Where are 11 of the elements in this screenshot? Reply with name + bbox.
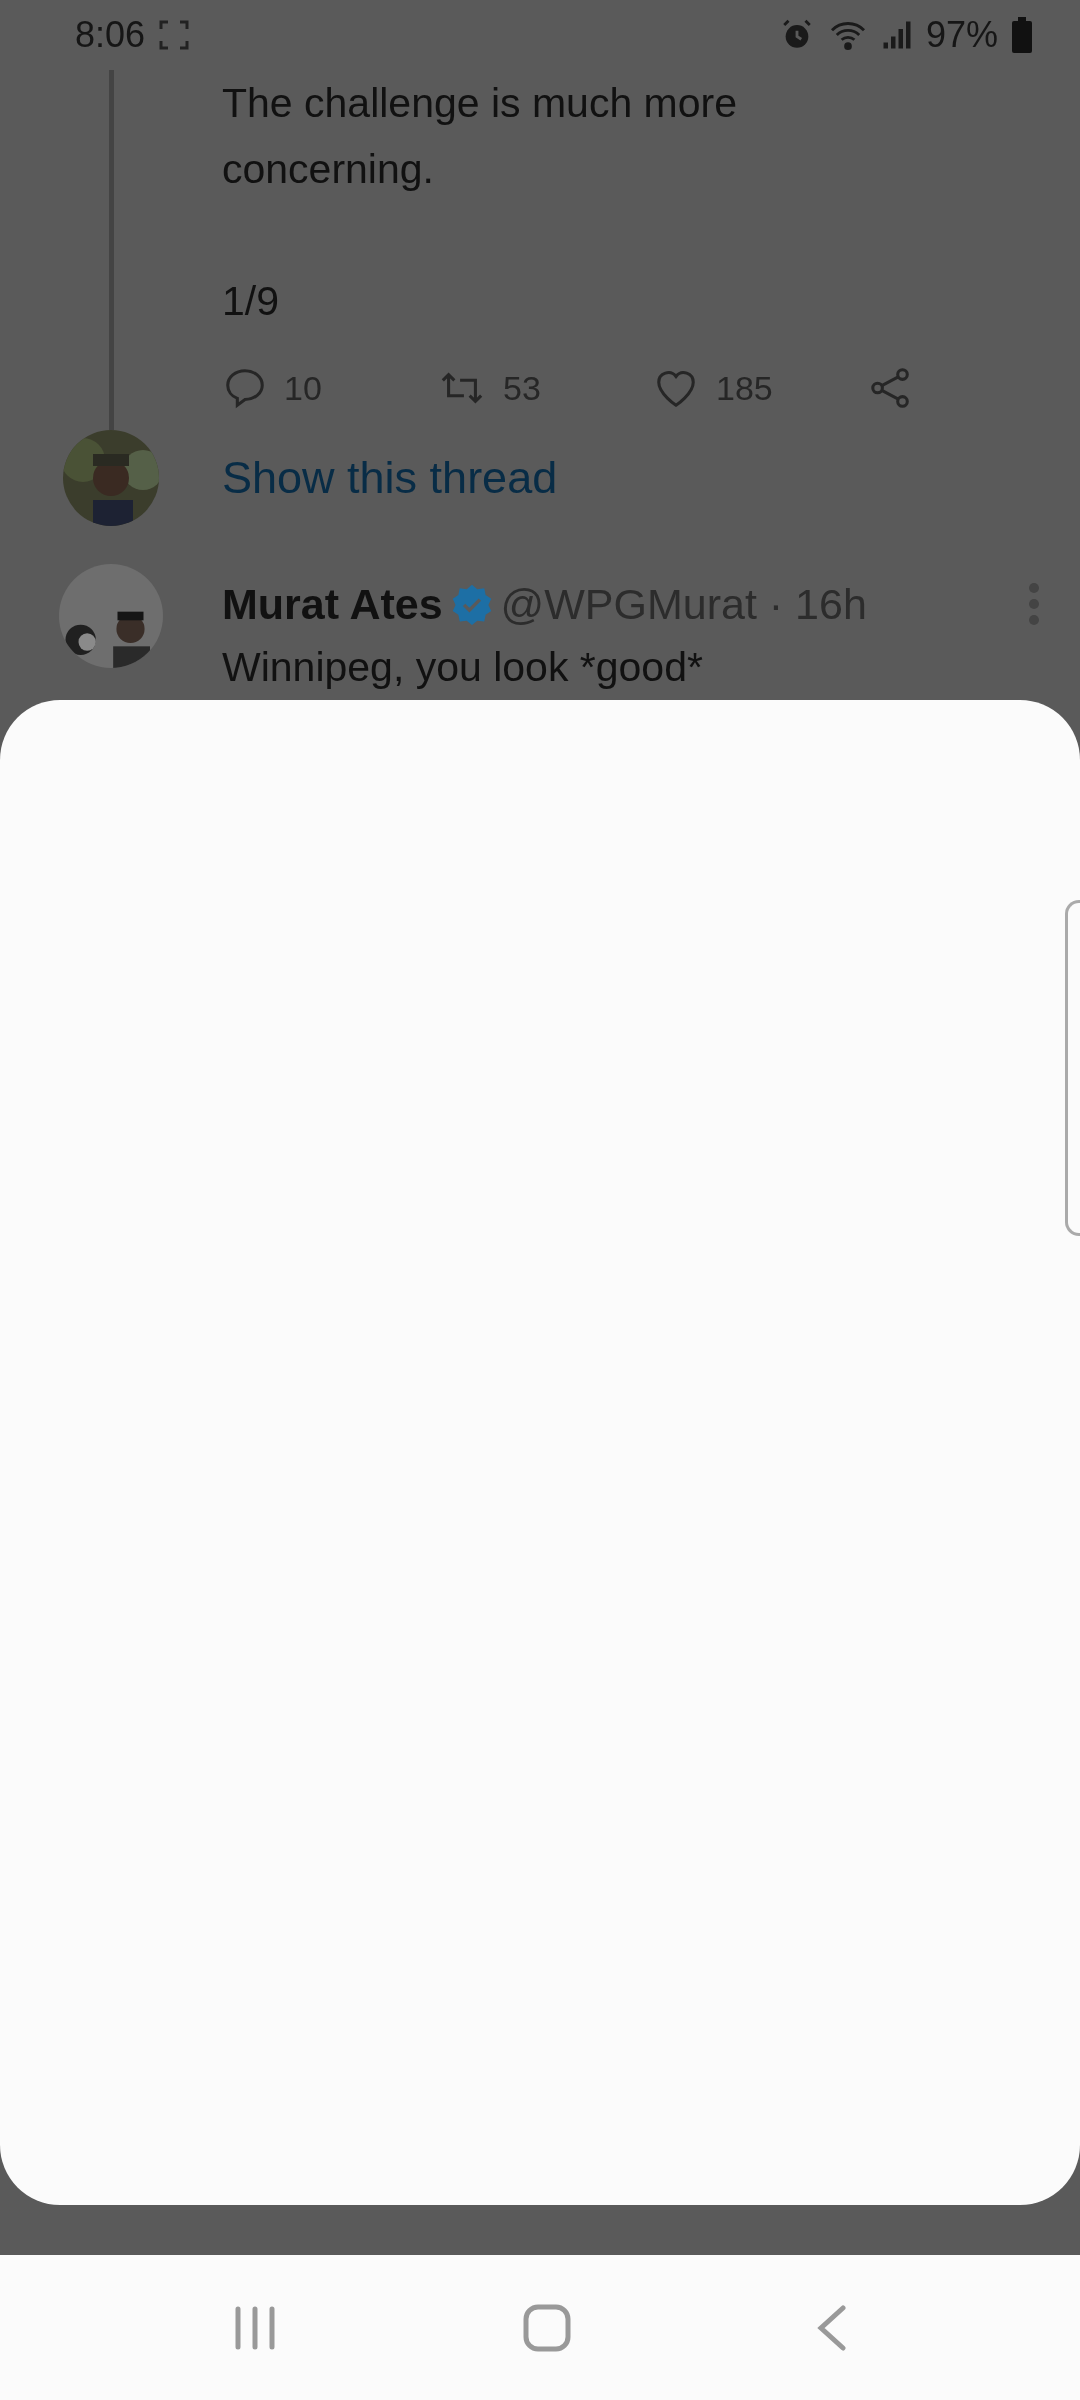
show-thread-link[interactable]: Show this thread bbox=[222, 452, 558, 504]
battery-icon bbox=[1012, 17, 1032, 53]
battery-percent: 97% bbox=[925, 14, 998, 56]
tweet-text: The challenge is much more concerning. bbox=[222, 79, 739, 194]
edge-panel-handle[interactable] bbox=[1065, 900, 1080, 1236]
screenshot-icon bbox=[159, 20, 190, 50]
author-name[interactable]: Murat Ates bbox=[222, 579, 443, 629]
thread-counter: 1/9 bbox=[222, 277, 280, 326]
clock-time: 8:06 bbox=[75, 14, 146, 56]
signal-icon bbox=[881, 19, 912, 51]
tweet-text: Winnipeg, you look *good* bbox=[222, 643, 704, 692]
